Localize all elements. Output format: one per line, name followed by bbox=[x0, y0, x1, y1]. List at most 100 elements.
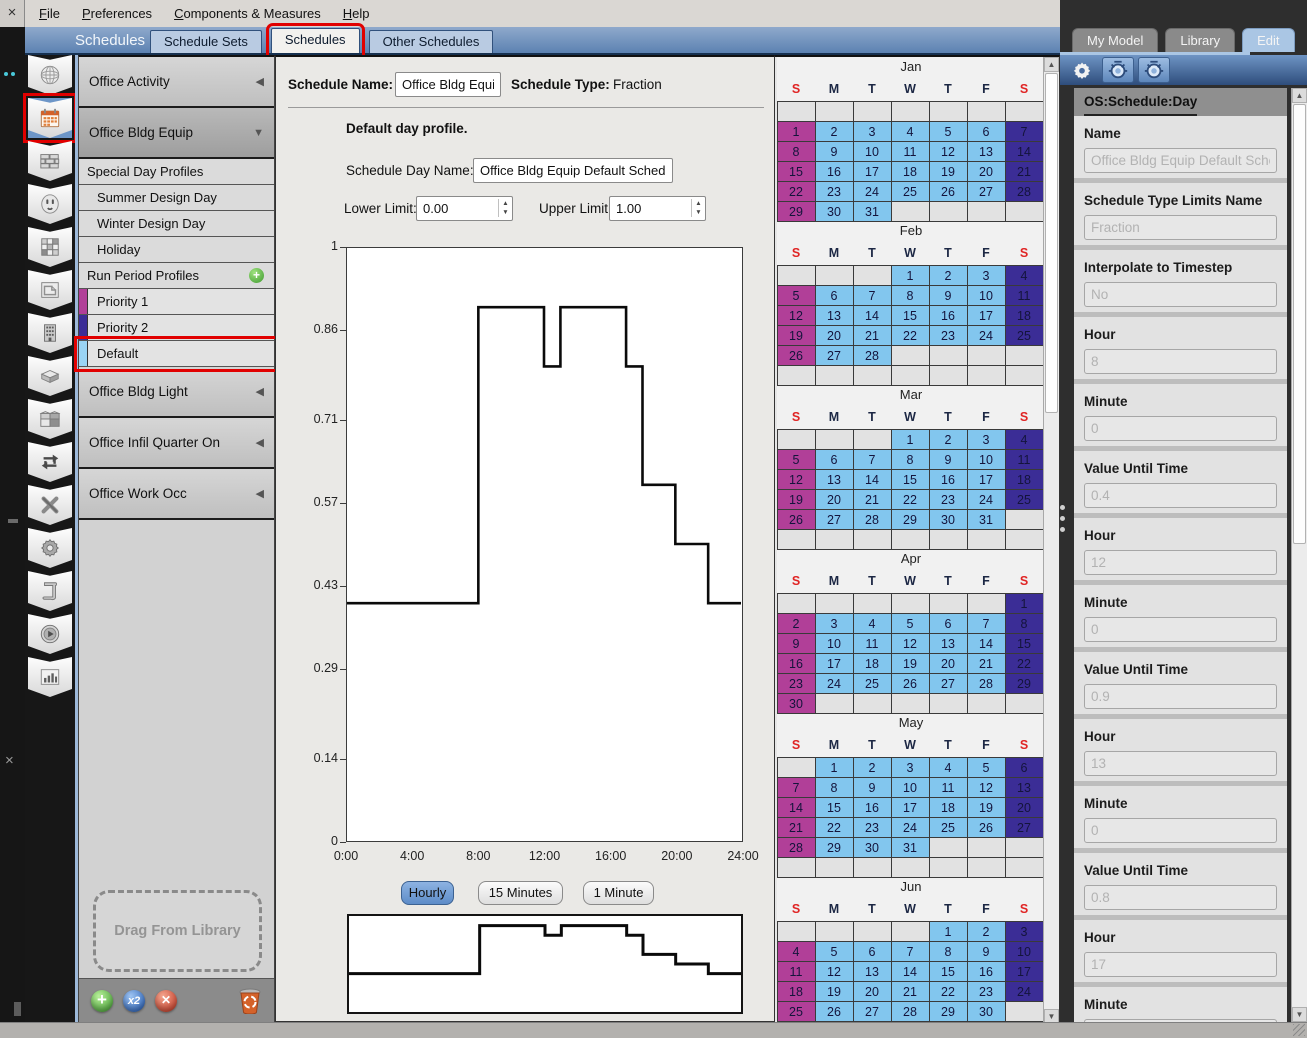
calendar-day-cell[interactable]: 6 bbox=[1005, 757, 1044, 778]
calendar-day-cell[interactable]: 10 bbox=[967, 449, 1006, 470]
calendar-scrollbar[interactable]: ▲ ▼ bbox=[1043, 57, 1059, 1022]
nav-spaces-box-icon[interactable] bbox=[28, 356, 72, 396]
calendar-day-cell[interactable]: 6 bbox=[967, 121, 1006, 142]
calendar-day-cell[interactable]: 21 bbox=[1005, 161, 1044, 182]
calendar-day-cell[interactable]: 22 bbox=[777, 181, 816, 202]
calendar-day-cell[interactable]: 2 bbox=[853, 757, 892, 778]
calendar-day-cell[interactable]: 21 bbox=[853, 325, 892, 346]
field-input[interactable] bbox=[1084, 751, 1277, 776]
calendar-day-cell[interactable]: 5 bbox=[815, 941, 854, 962]
calendar-day-cell[interactable]: 26 bbox=[777, 345, 816, 366]
nav-geometry-blueprint-icon[interactable] bbox=[28, 270, 72, 310]
calendar-day-cell[interactable]: 1 bbox=[891, 265, 930, 286]
profile-item-summer-design-day[interactable]: Summer Design Day bbox=[79, 185, 274, 211]
calendar-day-cell[interactable]: 3 bbox=[853, 121, 892, 142]
remove-button[interactable]: ✕ bbox=[155, 990, 177, 1012]
schedule-name-input[interactable] bbox=[395, 72, 501, 97]
interval-button-1-minute[interactable]: 1 Minute bbox=[583, 881, 654, 905]
calendar-day-cell[interactable]: 9 bbox=[929, 449, 968, 470]
calendar-day-cell[interactable]: 25 bbox=[929, 817, 968, 838]
scrollbar-thumb[interactable] bbox=[1045, 73, 1058, 413]
calendar-day-cell[interactable]: 12 bbox=[891, 633, 930, 654]
calendar-day-cell[interactable]: 11 bbox=[777, 961, 816, 982]
calendar-day-cell[interactable]: 12 bbox=[777, 469, 816, 490]
calendar-day-cell[interactable]: 15 bbox=[1005, 633, 1044, 654]
calendar-day-cell[interactable]: 8 bbox=[1005, 613, 1044, 634]
calendar-day-cell[interactable]: 19 bbox=[929, 161, 968, 182]
tab-schedule-sets[interactable]: Schedule Sets bbox=[150, 30, 262, 53]
calendar-day-cell[interactable]: 29 bbox=[891, 509, 930, 530]
calendar-day-cell[interactable]: 19 bbox=[967, 797, 1006, 818]
calendar-day-cell[interactable]: 20 bbox=[815, 489, 854, 510]
field-input[interactable] bbox=[1084, 952, 1277, 977]
tab-schedules[interactable]: Schedules bbox=[271, 28, 360, 53]
nav-results-chart-icon[interactable] bbox=[28, 657, 72, 697]
calendar-day-cell[interactable]: 9 bbox=[815, 141, 854, 162]
calendar-day-cell[interactable]: 29 bbox=[777, 201, 816, 222]
calendar-day-cell[interactable]: 28 bbox=[853, 345, 892, 366]
calendar-day-cell[interactable]: 14 bbox=[853, 305, 892, 326]
calendar-day-cell[interactable]: 1 bbox=[891, 429, 930, 450]
calendar-day-cell[interactable]: 21 bbox=[777, 817, 816, 838]
calendar-day-cell[interactable]: 18 bbox=[777, 981, 816, 1002]
calendar-day-cell[interactable]: 20 bbox=[815, 325, 854, 346]
scroll-down-icon[interactable]: ▼ bbox=[1044, 1009, 1059, 1022]
calendar-day-cell[interactable]: 6 bbox=[853, 941, 892, 962]
nav-thermal-zones-cubes-icon[interactable] bbox=[28, 399, 72, 439]
calendar-day-cell[interactable]: 27 bbox=[967, 181, 1006, 202]
calendar-day-cell[interactable]: 16 bbox=[967, 961, 1006, 982]
calendar-day-cell[interactable]: 28 bbox=[891, 1001, 930, 1022]
calendar-day-cell[interactable]: 27 bbox=[853, 1001, 892, 1022]
calendar-day-cell[interactable]: 28 bbox=[777, 837, 816, 858]
calendar-day-cell[interactable]: 18 bbox=[853, 653, 892, 674]
calendar-day-cell[interactable]: 28 bbox=[967, 673, 1006, 694]
calendar-day-cell[interactable]: 13 bbox=[853, 961, 892, 982]
calendar-day-cell[interactable]: 22 bbox=[929, 981, 968, 1002]
right-tab-library[interactable]: Library bbox=[1165, 28, 1235, 52]
calendar-day-cell[interactable]: 2 bbox=[967, 921, 1006, 942]
calendar-day-cell[interactable]: 26 bbox=[929, 181, 968, 202]
window-close-icon[interactable]: × bbox=[0, 0, 25, 27]
field-input[interactable] bbox=[1084, 818, 1277, 843]
calendar-day-cell[interactable]: 21 bbox=[891, 981, 930, 1002]
calendar-day-cell[interactable]: 29 bbox=[1005, 673, 1044, 694]
calendar-day-cell[interactable]: 16 bbox=[853, 797, 892, 818]
calendar-day-cell[interactable]: 11 bbox=[891, 141, 930, 162]
library-group-office-activity[interactable]: Office Activity◀ bbox=[79, 57, 274, 108]
nav-site-globe-icon[interactable] bbox=[28, 55, 72, 95]
calendar-day-cell[interactable]: 26 bbox=[967, 817, 1006, 838]
nav-schedules-calendar-icon[interactable] bbox=[28, 98, 72, 138]
calendar-day-cell[interactable]: 2 bbox=[815, 121, 854, 142]
profile-item-priority-1[interactable]: Priority 1 bbox=[79, 289, 274, 315]
calendar-day-cell[interactable]: 8 bbox=[891, 285, 930, 306]
calendar-day-cell[interactable]: 4 bbox=[853, 613, 892, 634]
calendar-day-cell[interactable]: 25 bbox=[853, 673, 892, 694]
calendar-day-cell[interactable]: 18 bbox=[1005, 305, 1044, 326]
field-input[interactable] bbox=[1084, 416, 1277, 441]
calendar-day-cell[interactable]: 31 bbox=[967, 509, 1006, 530]
calendar-day-cell[interactable]: 24 bbox=[891, 817, 930, 838]
scrollbar-thumb[interactable] bbox=[1293, 104, 1306, 544]
spinner-arrows-icon[interactable]: ▲▼ bbox=[498, 199, 510, 217]
calendar-day-cell[interactable]: 13 bbox=[1005, 777, 1044, 798]
calendar-day-cell[interactable]: 24 bbox=[1005, 981, 1044, 1002]
calendar-day-cell[interactable]: 10 bbox=[967, 285, 1006, 306]
right-tab-my-model[interactable]: My Model bbox=[1072, 28, 1158, 52]
calendar-day-cell[interactable]: 17 bbox=[1005, 961, 1044, 982]
calendar-day-cell[interactable]: 24 bbox=[967, 489, 1006, 510]
gear-icon[interactable] bbox=[1066, 57, 1098, 83]
calendar-day-cell[interactable]: 11 bbox=[1005, 285, 1044, 306]
calendar-day-cell[interactable]: 30 bbox=[967, 1001, 1006, 1022]
calendar-day-cell[interactable]: 6 bbox=[815, 449, 854, 470]
calendar-day-cell[interactable]: 26 bbox=[777, 509, 816, 530]
calendar-day-cell[interactable]: 20 bbox=[1005, 797, 1044, 818]
calendar-day-cell[interactable]: 17 bbox=[967, 469, 1006, 490]
calendar-day-cell[interactable]: 10 bbox=[1005, 941, 1044, 962]
calendar-day-cell[interactable]: 13 bbox=[967, 141, 1006, 162]
calendar-day-cell[interactable]: 10 bbox=[815, 633, 854, 654]
library-group-office-bldg-light[interactable]: Office Bldg Light◀ bbox=[79, 367, 274, 418]
calendar-day-cell[interactable]: 5 bbox=[929, 121, 968, 142]
calendar-day-cell[interactable]: 25 bbox=[777, 1001, 816, 1022]
calendar-day-cell[interactable]: 22 bbox=[815, 817, 854, 838]
calendar-day-cell[interactable]: 15 bbox=[777, 161, 816, 182]
